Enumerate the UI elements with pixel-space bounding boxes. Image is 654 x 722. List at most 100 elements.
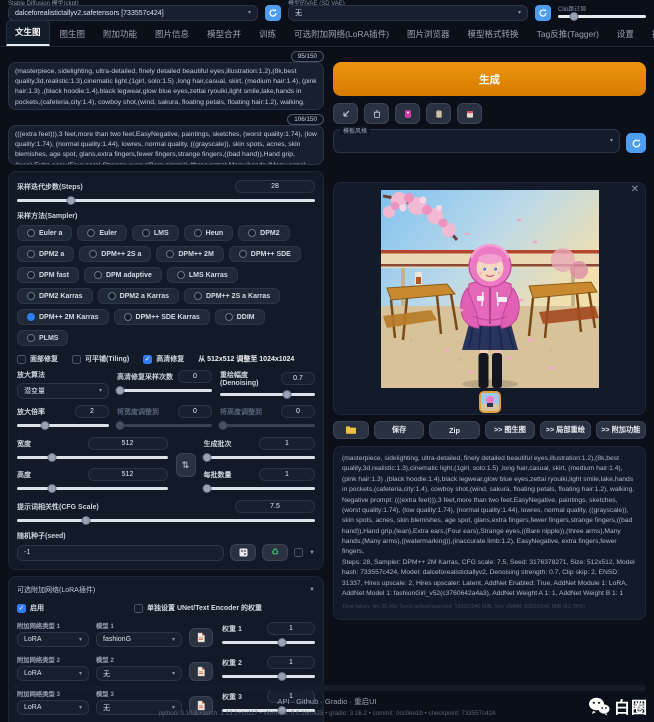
open-folder-button[interactable] [333, 421, 369, 439]
seed-input[interactable]: -1 [17, 545, 224, 561]
lora-enable-checkbox[interactable]: ✓启用 [17, 603, 44, 613]
sampler-euler[interactable]: Euler [77, 225, 127, 241]
vae-dropdown[interactable]: 无▾ [288, 5, 528, 21]
lora-model-info-button[interactable] [189, 628, 213, 647]
negative-token-counter: 106/150 [287, 114, 324, 125]
tab-lora[interactable]: 可选附加网络(LoRA插件) [286, 23, 397, 46]
footer-links[interactable]: API · Github · Gradio · 重启UI [0, 696, 654, 707]
refresh-vae-button[interactable] [535, 5, 551, 21]
hires-steps-value[interactable]: 0 [178, 370, 212, 383]
sampler-dpm-fast[interactable]: DPM fast [17, 267, 79, 283]
tiling-checkbox[interactable]: 可平铺(Tiling) [72, 354, 129, 364]
tab-image-browser[interactable]: 图片浏览器 [399, 23, 458, 46]
sampler-dpmpp-2s-a[interactable]: DPM++ 2S a [79, 246, 151, 262]
close-icon[interactable]: ✕ [631, 184, 639, 195]
batch-count-slider[interactable] [204, 452, 315, 462]
lora-weight-value[interactable]: 1 [267, 622, 315, 635]
read-params-button[interactable] [333, 103, 358, 124]
sampler-heun[interactable]: Heun [184, 225, 234, 241]
lora-separate-weights-checkbox[interactable]: 单独设置 UNet/Text Encoder 的权重 [134, 603, 262, 613]
lora-model-dropdown[interactable]: fashionG▾ [96, 632, 182, 647]
denoise-value[interactable]: 0.7 [281, 372, 315, 385]
lora-section-header[interactable]: 可选附加网络(LoRA插件) [17, 585, 95, 595]
send-to-inpaint-button[interactable]: >> 局部重绘 [540, 421, 590, 439]
model-dropdown[interactable]: dalceforealistictallyv2.safetensors [733… [8, 5, 258, 21]
tab-png-info[interactable]: 图片信息 [147, 23, 197, 46]
lora-weight-slider[interactable] [222, 637, 315, 647]
generate-button[interactable]: 生成 [333, 62, 646, 96]
hires-fix-checkbox[interactable]: ✓高清修复 [143, 354, 184, 364]
steps-slider[interactable] [17, 195, 315, 205]
sampler-dpmpp-2m-karras[interactable]: DPM++ 2M Karras [17, 309, 109, 325]
denoise-slider[interactable] [220, 389, 315, 399]
gallery-thumbnail[interactable] [479, 391, 501, 413]
generated-image[interactable] [381, 190, 599, 388]
lora-model-dropdown[interactable]: 无▾ [96, 666, 182, 681]
cfg-slider[interactable] [17, 515, 315, 525]
collapse-arrow-icon[interactable]: ▼ [309, 587, 315, 593]
tab-extensions[interactable]: 扩展 [644, 23, 654, 46]
tab-img2img[interactable]: 图生图 [52, 23, 94, 46]
sampler-dpm2[interactable]: DPM2 [238, 225, 289, 241]
refresh-styles-button[interactable] [626, 133, 646, 153]
zip-button[interactable]: Zip [429, 421, 479, 439]
prompt-input[interactable]: (masterpiece, sidelighting, ultra-detail… [8, 62, 324, 110]
sampler-dpmpp-2m[interactable]: DPM++ 2M [156, 246, 223, 262]
tab-train[interactable]: 训练 [251, 23, 284, 46]
tab-checkpoint-merger[interactable]: 模型合并 [199, 23, 249, 46]
upscale-by-value[interactable]: 2 [75, 405, 109, 418]
radio-icon [87, 229, 95, 237]
radio-icon [89, 250, 97, 258]
sampler-ddim[interactable]: DDIM [215, 309, 265, 325]
batch-count-value[interactable]: 1 [259, 437, 315, 450]
sampler-euler-a[interactable]: Euler a [17, 225, 72, 241]
negative-prompt-input[interactable]: (((extra feet))),3 feet,more than two fe… [8, 125, 324, 165]
batch-size-value[interactable]: 1 [259, 468, 315, 481]
sampler-dpmpp-2s-a-karras[interactable]: DPM++ 2S a Karras [184, 288, 280, 304]
lora-weight-slider[interactable] [222, 671, 315, 681]
height-slider[interactable] [17, 483, 168, 493]
tab-settings[interactable]: 设置 [609, 23, 642, 46]
sampler-dpmpp-sde-karras[interactable]: DPM++ SDE Karras [114, 309, 210, 325]
tab-tagger[interactable]: Tag反推(Tagger) [529, 23, 607, 46]
tab-txt2img[interactable]: 文生图 [6, 20, 50, 46]
sampler-dpm2-a-karras[interactable]: DPM2 a Karras [98, 288, 179, 304]
cfg-value[interactable]: 7.5 [235, 500, 315, 513]
apply-style-button[interactable] [426, 103, 451, 124]
height-value[interactable]: 512 [88, 468, 168, 481]
extra-seed-checkbox[interactable] [294, 548, 303, 557]
send-to-extras-button[interactable]: >> 附加功能 [596, 421, 646, 439]
save-button[interactable]: 保存 [374, 421, 424, 439]
lora-type-dropdown[interactable]: LoRA▾ [17, 666, 89, 681]
sampler-dpm2-a[interactable]: DPM2 a [17, 246, 74, 262]
lora-weight-value[interactable]: 1 [267, 656, 315, 669]
tab-extras[interactable]: 附加功能 [95, 23, 145, 46]
refresh-models-button[interactable] [265, 5, 281, 21]
sampler-dpm-adaptive[interactable]: DPM adaptive [84, 267, 162, 283]
restore-faces-checkbox[interactable]: 面部修复 [17, 354, 58, 364]
style-dropdown[interactable]: 模板风格 ▾ [333, 129, 620, 153]
upscaler-dropdown[interactable]: 潜变量▾ [17, 383, 109, 399]
save-style-button[interactable] [457, 103, 482, 124]
clear-prompt-button[interactable] [364, 103, 389, 124]
sampler-dpmpp-sde[interactable]: DPM++ SDE [229, 246, 301, 262]
hires-steps-slider[interactable] [117, 385, 212, 395]
sampler-plms[interactable]: PLMS [17, 330, 68, 346]
upscale-by-slider[interactable] [17, 420, 109, 430]
width-slider[interactable] [17, 452, 168, 462]
clip-skip-slider[interactable] [558, 11, 646, 21]
send-to-img2img-button[interactable]: >> 图生图 [485, 421, 535, 439]
sampler-dpm2-karras[interactable]: DPM2 Karras [17, 288, 93, 304]
swap-size-button[interactable]: ⇅ [176, 453, 196, 477]
width-value[interactable]: 512 [88, 437, 168, 450]
random-seed-button[interactable] [230, 544, 256, 561]
batch-size-slider[interactable] [204, 483, 315, 493]
steps-value[interactable]: 28 [235, 180, 315, 193]
sampler-lms-karras[interactable]: LMS Karras [167, 267, 238, 283]
lora-type-dropdown[interactable]: LoRA▾ [17, 632, 89, 647]
extra-networks-button[interactable] [395, 103, 420, 124]
reuse-seed-button[interactable]: ♻ [262, 544, 288, 561]
tab-model-convert[interactable]: 模型格式转换 [460, 23, 527, 46]
sampler-lms[interactable]: LMS [132, 225, 179, 241]
lora-model-info-button[interactable] [189, 662, 213, 681]
